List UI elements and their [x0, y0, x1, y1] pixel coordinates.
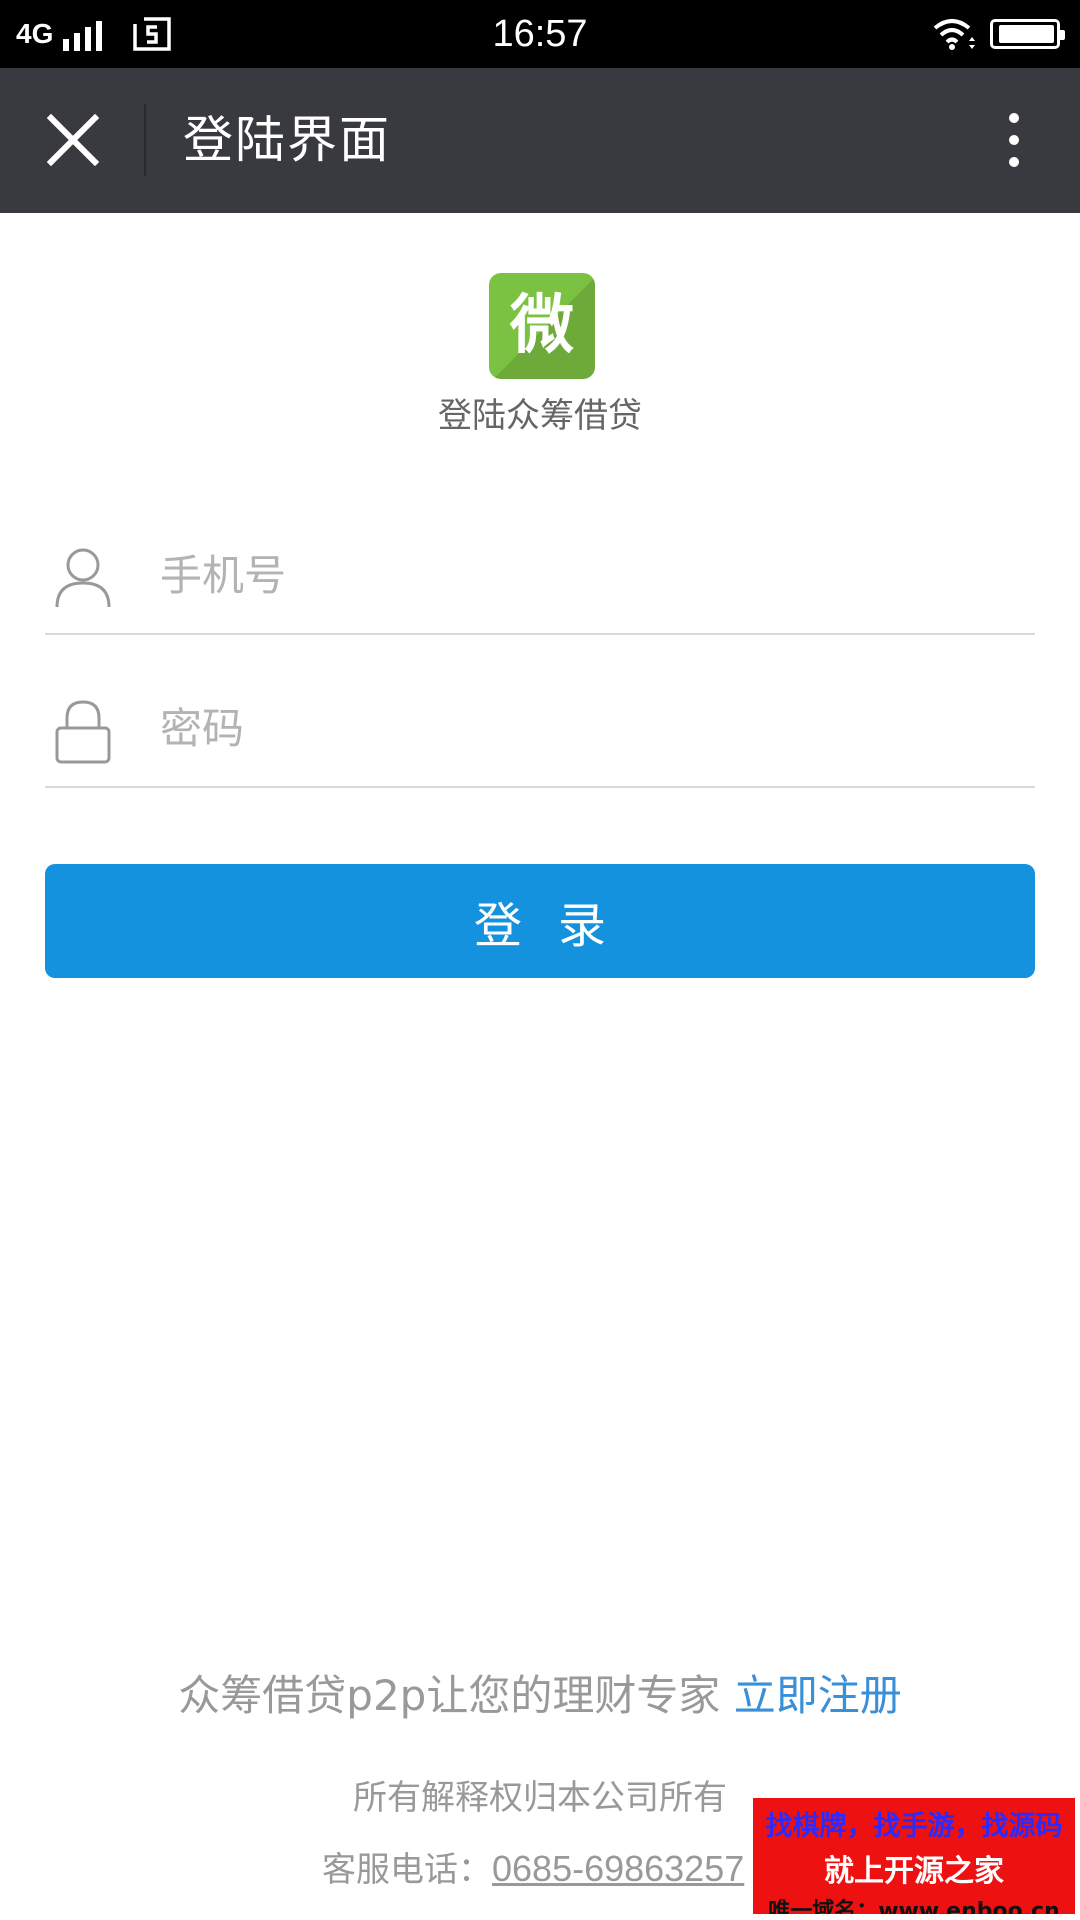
password-input[interactable]	[160, 690, 1020, 766]
footer-tagline-row: 众筹借贷p2p让您的理财专家 立即注册	[0, 1662, 1080, 1723]
user-icon	[55, 548, 111, 608]
battery-level	[999, 25, 1054, 43]
more-vertical-icon-dot	[1009, 135, 1019, 145]
lock-icon	[55, 700, 111, 764]
watermark-line-3: 唯一域名：www.enboo.cn	[768, 1899, 1060, 1914]
watermark-line-2: 就上开源之家	[824, 1854, 1004, 1889]
header-divider	[144, 104, 146, 176]
status-right	[932, 0, 1065, 68]
watermark-banner: 找棋牌，找手游，找源码 就上开源之家 唯一域名：www.enboo.cn	[753, 1798, 1075, 1914]
service-phone-link[interactable]: 0685-69863257	[492, 1848, 744, 1889]
login-button[interactable]: 登录	[45, 864, 1035, 978]
watermark-line-1: 找棋牌，找手游，找源码	[765, 1811, 1063, 1842]
wifi-icon	[933, 19, 975, 50]
app-header: 登陆界面	[0, 68, 1080, 213]
customer-service: 客服电话：0685-69863257	[322, 1842, 744, 1891]
app-logo: 微	[489, 273, 595, 379]
status-bar: 4G 16:57	[0, 0, 1080, 68]
logo-caption: 登陆众筹借贷	[438, 396, 642, 436]
footer-tagline: 众筹借贷p2p让您的理财专家	[178, 1671, 721, 1720]
more-vertical-icon-dot	[1009, 113, 1019, 123]
more-vertical-icon-dot	[1009, 157, 1019, 167]
login-screen: 4G 16:57 登陆界面 微 登陆众筹借贷 手机号 登录 众筹借贷p2p让您的…	[0, 0, 1080, 1920]
more-options-button[interactable]	[984, 100, 1044, 180]
password-field	[45, 668, 1035, 788]
close-icon	[47, 114, 99, 166]
battery-icon	[990, 19, 1065, 49]
status-time: 16:57	[492, 13, 588, 55]
service-label: 客服电话：	[322, 1850, 492, 1890]
phone-field	[45, 515, 1035, 635]
logo-glyph: 微	[510, 289, 574, 363]
page-title: 登陆界面	[183, 111, 391, 169]
register-link[interactable]: 立即注册	[734, 1671, 902, 1720]
close-button[interactable]	[38, 105, 108, 175]
phone-input[interactable]	[160, 537, 1020, 613]
